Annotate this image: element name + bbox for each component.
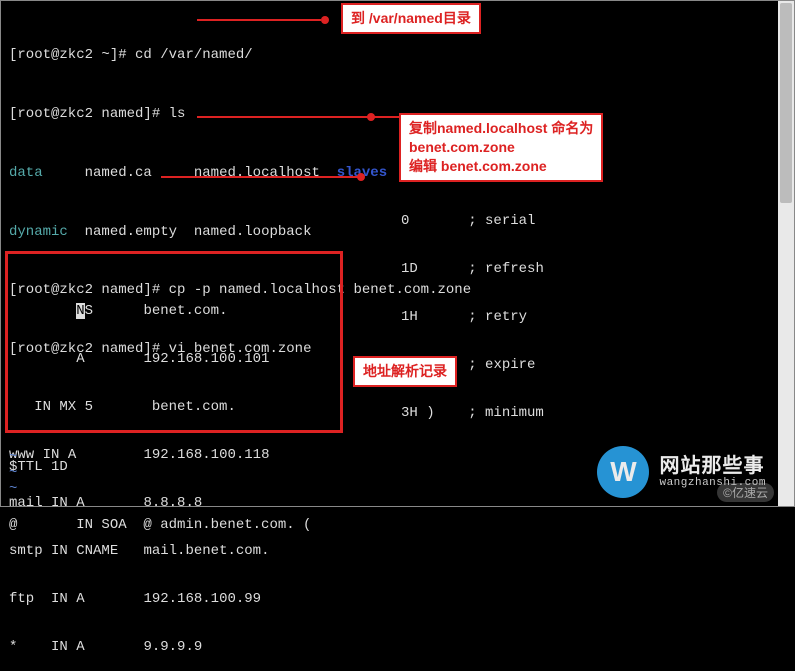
soa-fields: 0 ; serial 1D ; refresh 1H ; retry 1W ; … bbox=[401, 181, 544, 437]
cmd-cd: [root@zkc2 ~]# cd /var/named/ bbox=[9, 46, 786, 66]
underline-dot-2 bbox=[367, 113, 375, 121]
annot-cd: 到 /var/named目录 bbox=[341, 3, 481, 34]
watermark-logo-icon: W bbox=[597, 446, 649, 498]
underline-dot-3 bbox=[357, 173, 365, 181]
scrollbar[interactable] bbox=[778, 1, 794, 506]
vi-tildes: ~ ~ ~ bbox=[9, 449, 17, 497]
ls-row2: dynamic named.empty named.loopback bbox=[9, 223, 786, 243]
underline-1 bbox=[197, 19, 321, 21]
scrollbar-thumb[interactable] bbox=[780, 3, 792, 203]
records-highlight-box bbox=[5, 251, 343, 433]
yiteng-watermark: ©亿速云 bbox=[717, 483, 774, 502]
ls-row1: data named.ca named.localhost slaves bbox=[9, 164, 786, 184]
watermark-title: 网站那些事 bbox=[659, 455, 766, 477]
annot-cp-vi: 复制named.localhost 命名为 benet.com.zone 编辑 … bbox=[399, 113, 603, 182]
annot-records: 地址解析记录 bbox=[353, 356, 457, 387]
underline-3 bbox=[161, 176, 361, 178]
cmd-ls: [root@zkc2 named]# ls bbox=[9, 105, 786, 125]
underline-dot-1 bbox=[321, 16, 329, 24]
